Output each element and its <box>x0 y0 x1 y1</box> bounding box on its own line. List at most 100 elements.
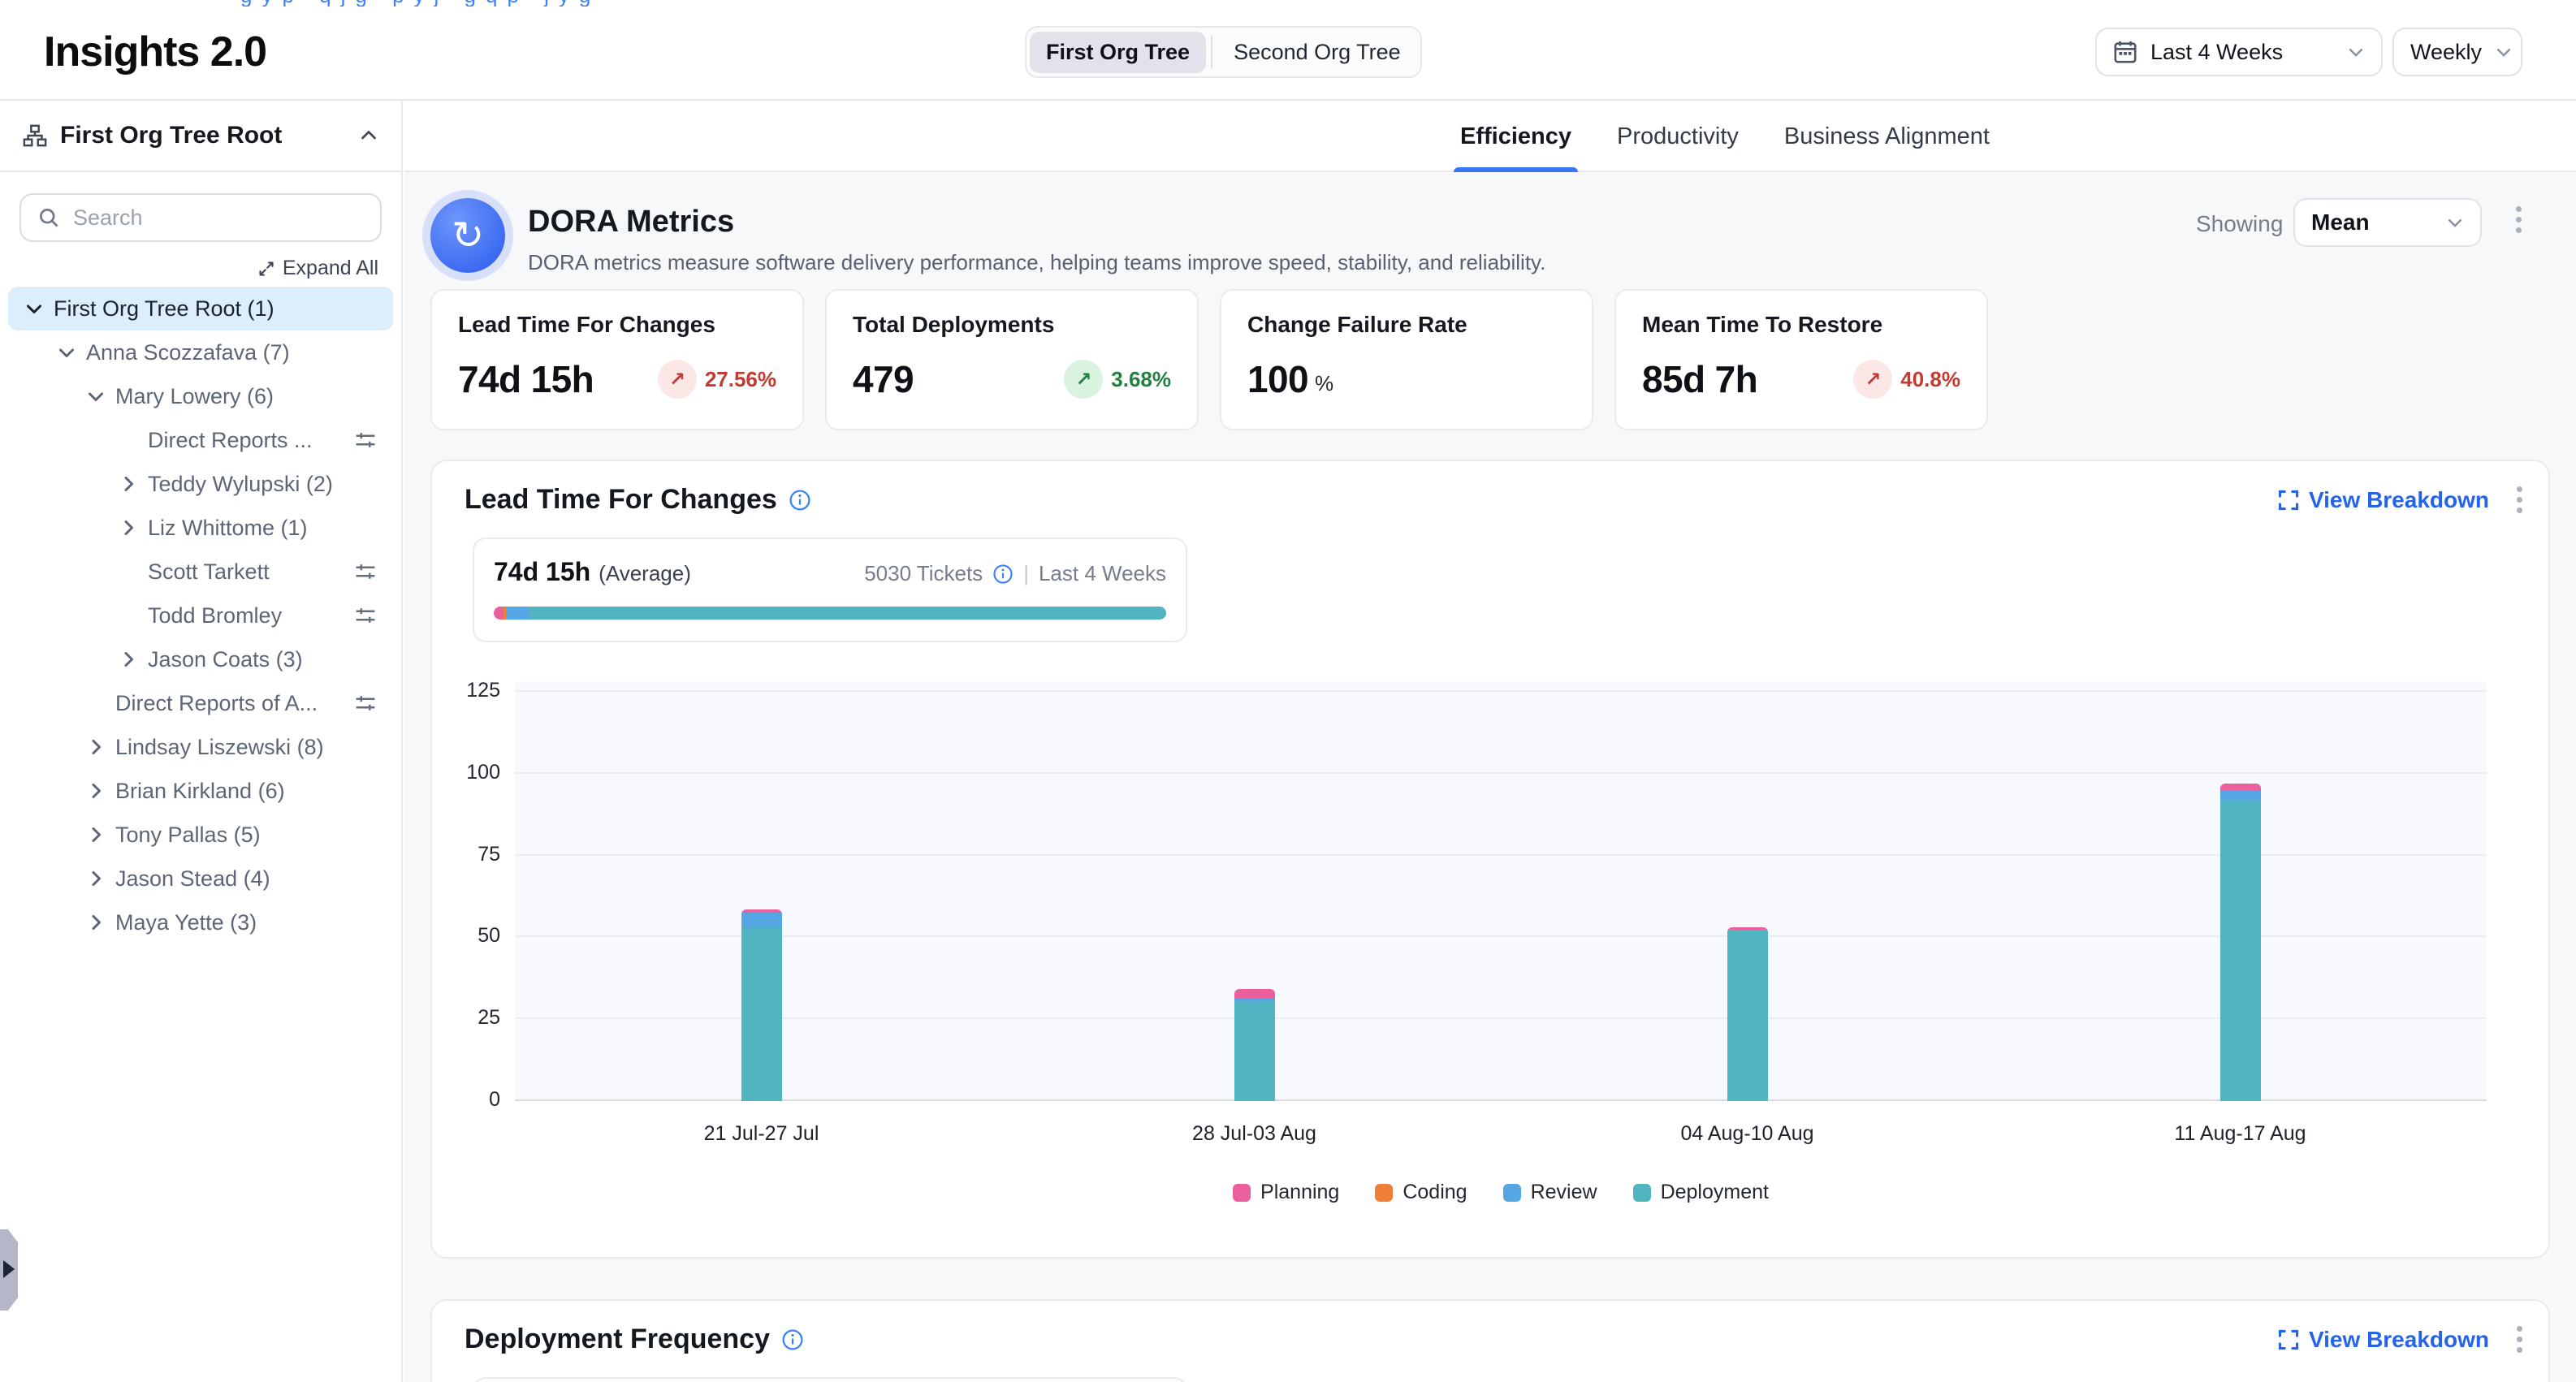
sidebar-search[interactable] <box>19 193 382 242</box>
metric-delta-badge: ↗40.8% <box>1853 360 1960 399</box>
insights-dashboard: gyp qjg pyj gqp jyg Insights 2.0 First O… <box>0 0 2576 1382</box>
tree-item-direct-reports-of-a[interactable]: Direct Reports of A... <box>8 681 393 725</box>
tree-item-label: Lindsay Liszewski (8) <box>115 735 377 760</box>
sidebar-root-label: First Org Tree Root <box>60 122 346 149</box>
tree-item-teddy-wylupski-2[interactable]: Teddy Wylupski (2) <box>8 462 393 506</box>
deployment-frequency-summary-card <box>473 1377 1187 1382</box>
org-tree-toggle: First Org Tree Second Org Tree <box>1025 26 1422 78</box>
tree-item-label: Anna Scozzafava (7) <box>86 340 377 365</box>
info-icon[interactable] <box>992 564 1014 585</box>
y-axis-tick-label: 0 <box>432 1088 500 1112</box>
toggle-first-org-tree[interactable]: First Org Tree <box>1030 32 1206 73</box>
chevron-right-icon[interactable] <box>86 781 115 801</box>
tree-item-label: Maya Yette (3) <box>115 910 377 935</box>
chevron-down-icon <box>2495 43 2513 61</box>
info-icon[interactable] <box>789 489 811 512</box>
clipped-browser-links: gyp qjg pyj gqp jyg <box>240 0 988 6</box>
y-axis-tick-label: 25 <box>432 1006 500 1030</box>
info-icon[interactable] <box>781 1328 804 1351</box>
tree-item-label: Todd Bromley <box>148 603 344 628</box>
tree-item-mary-lowery-6[interactable]: Mary Lowery (6) <box>8 374 393 418</box>
expand-all-button[interactable]: Expand All <box>23 257 378 280</box>
chevron-right-icon[interactable] <box>86 869 115 888</box>
metric-cards-row: Lead Time For Changes74d 15h↗27.56%Total… <box>430 289 1988 430</box>
lead-time-section: Lead Time For Changes View Breakdown 74d… <box>430 460 2550 1259</box>
showing-mean-dropdown[interactable]: Mean <box>2293 198 2482 247</box>
y-axis-tick-label: 75 <box>432 843 500 866</box>
date-range-dropdown[interactable]: Last 4 Weeks <box>2095 28 2383 76</box>
lead-time-average-value: 74d 15h <box>494 557 590 587</box>
metric-delta-badge: ↗27.56% <box>658 360 776 399</box>
tree-item-label: Teddy Wylupski (2) <box>148 472 377 497</box>
tree-item-liz-whittome-1[interactable]: Liz Whittome (1) <box>8 506 393 550</box>
stacked-bar-28-jul-03-aug[interactable] <box>1234 989 1275 1101</box>
tree-item-label: Jason Coats (3) <box>148 647 377 672</box>
toggle-divider <box>1211 36 1212 68</box>
sidebar-header[interactable]: First Org Tree Root <box>0 101 401 172</box>
lead-time-kebab-menu[interactable] <box>2517 486 2522 513</box>
tree-item-label: Liz Whittome (1) <box>148 516 377 541</box>
search-input[interactable] <box>73 205 364 231</box>
chevron-down-icon[interactable] <box>86 387 115 406</box>
showing-mean-value: Mean <box>2311 209 2370 235</box>
lt-bar-segment-review <box>506 607 529 620</box>
x-axis-line <box>515 1099 2487 1101</box>
gridline <box>515 1017 2487 1019</box>
app-header: Insights 2.0 First Org Tree Second Org T… <box>0 6 2576 101</box>
tree-item-scott-tarkett[interactable]: Scott Tarkett <box>8 550 393 594</box>
chevron-up-icon[interactable] <box>359 126 378 145</box>
tree-item-lindsay-liszewski-8[interactable]: Lindsay Liszewski (8) <box>8 725 393 769</box>
sidebar-collapse-handle[interactable] <box>0 1229 18 1311</box>
filter-sliders-icon[interactable] <box>344 429 377 451</box>
tree-item-label: Direct Reports of A... <box>115 691 344 716</box>
tree-item-maya-yette-3[interactable]: Maya Yette (3) <box>8 900 393 944</box>
chevron-right-icon[interactable] <box>86 737 115 757</box>
gridline <box>515 854 2487 856</box>
chevron-down-icon[interactable] <box>57 343 86 362</box>
x-axis-label: 21 Jul-27 Jul <box>632 1122 892 1146</box>
tab-business-alignment[interactable]: Business Alignment <box>1784 101 1990 172</box>
deployment-frequency-title: Deployment Frequency <box>465 1324 770 1355</box>
metric-card-value: 85d 7h <box>1642 357 1757 401</box>
dora-kebab-menu[interactable] <box>2516 206 2522 233</box>
tree-item-anna-scozzafava-7[interactable]: Anna Scozzafava (7) <box>8 330 393 374</box>
chevron-right-icon[interactable] <box>86 913 115 932</box>
deployment-frequency-kebab-menu[interactable] <box>2517 1326 2522 1353</box>
chevron-right-icon[interactable] <box>119 474 148 494</box>
metric-card-total-deployments: Total Deployments479↗3.68% <box>825 289 1199 430</box>
tree-item-todd-bromley[interactable]: Todd Bromley <box>8 594 393 637</box>
filter-sliders-icon[interactable] <box>344 604 377 627</box>
chevron-right-icon[interactable] <box>119 518 148 538</box>
stacked-bar-11-aug-17-aug[interactable] <box>2220 784 2261 1101</box>
metric-delta-value: 27.56% <box>705 367 776 392</box>
chevron-right-icon[interactable] <box>86 825 115 844</box>
tab-productivity[interactable]: Productivity <box>1617 101 1739 172</box>
tab-efficiency[interactable]: Efficiency <box>1460 101 1571 172</box>
filter-sliders-icon[interactable] <box>344 692 377 715</box>
chevron-right-icon[interactable] <box>119 650 148 669</box>
chart-legend: PlanningCodingReviewDeployment <box>515 1181 2487 1204</box>
tree-item-first-org-tree-root-1[interactable]: First Org Tree Root (1) <box>8 287 393 330</box>
deployment-frequency-section: Deployment Frequency View Breakdown <box>430 1299 2550 1382</box>
tree-item-direct-reports[interactable]: Direct Reports ... <box>8 418 393 462</box>
bar-segment-review <box>2220 790 2261 800</box>
stacked-bar-04-aug-10-aug[interactable] <box>1727 927 1768 1101</box>
metric-delta-value: 3.68% <box>1111 367 1171 392</box>
metric-card-title: Total Deployments <box>853 312 1171 338</box>
view-breakdown-button[interactable]: View Breakdown <box>2278 487 2489 513</box>
triangle-right-icon <box>3 1260 15 1278</box>
view-breakdown-button[interactable]: View Breakdown <box>2278 1327 2489 1353</box>
metric-delta-badge: ↗3.68% <box>1064 360 1171 399</box>
filter-sliders-icon[interactable] <box>344 560 377 583</box>
tree-item-brian-kirkland-6[interactable]: Brian Kirkland (6) <box>8 769 393 813</box>
tree-item-jason-coats-3[interactable]: Jason Coats (3) <box>8 637 393 681</box>
expand-all-label: Expand All <box>283 257 378 280</box>
toggle-second-org-tree[interactable]: Second Org Tree <box>1217 32 1417 73</box>
legend-item-planning: Planning <box>1233 1181 1339 1204</box>
granularity-dropdown[interactable]: Weekly <box>2392 28 2522 76</box>
tree-item-tony-pallas-5[interactable]: Tony Pallas (5) <box>8 813 393 857</box>
chevron-down-icon[interactable] <box>24 299 54 318</box>
lead-time-stacked-bar <box>494 607 1166 620</box>
tree-item-jason-stead-4[interactable]: Jason Stead (4) <box>8 857 393 900</box>
stacked-bar-21-jul-27-jul[interactable] <box>741 909 782 1101</box>
